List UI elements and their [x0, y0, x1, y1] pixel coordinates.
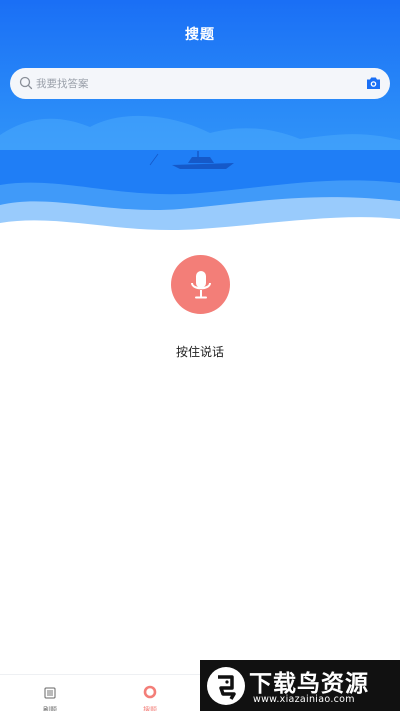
- status-bar: [0, 0, 400, 4]
- nav-item-search[interactable]: 搜题: [120, 684, 180, 711]
- voice-hint-label: 按住说话: [175, 345, 224, 359]
- search-input[interactable]: [36, 72, 356, 95]
- search-icon: [19, 76, 33, 90]
- page-title: 搜题: [185, 27, 215, 43]
- voice-record-button[interactable]: [171, 255, 230, 314]
- sea-scenery: [0, 115, 400, 245]
- microphone-icon: [190, 270, 211, 298]
- watermark-title: 下载鸟资源: [249, 671, 369, 697]
- watermark-url: www.xiazainiao.com: [253, 694, 355, 705]
- search-bar[interactable]: [10, 68, 390, 99]
- nav-label-brush: 刷题: [43, 706, 57, 711]
- bird-logo-icon: [207, 667, 245, 705]
- watermark-banner: 下载鸟资源 www.xiazainiao.com: [200, 660, 400, 711]
- hero-banner: 搜题: [0, 0, 400, 245]
- ring-icon: [143, 685, 157, 699]
- nav-item-brush[interactable]: 刷题: [20, 684, 80, 711]
- nav-label-search: 搜题: [143, 706, 157, 711]
- camera-icon[interactable]: [366, 76, 381, 90]
- list-icon: [44, 687, 56, 699]
